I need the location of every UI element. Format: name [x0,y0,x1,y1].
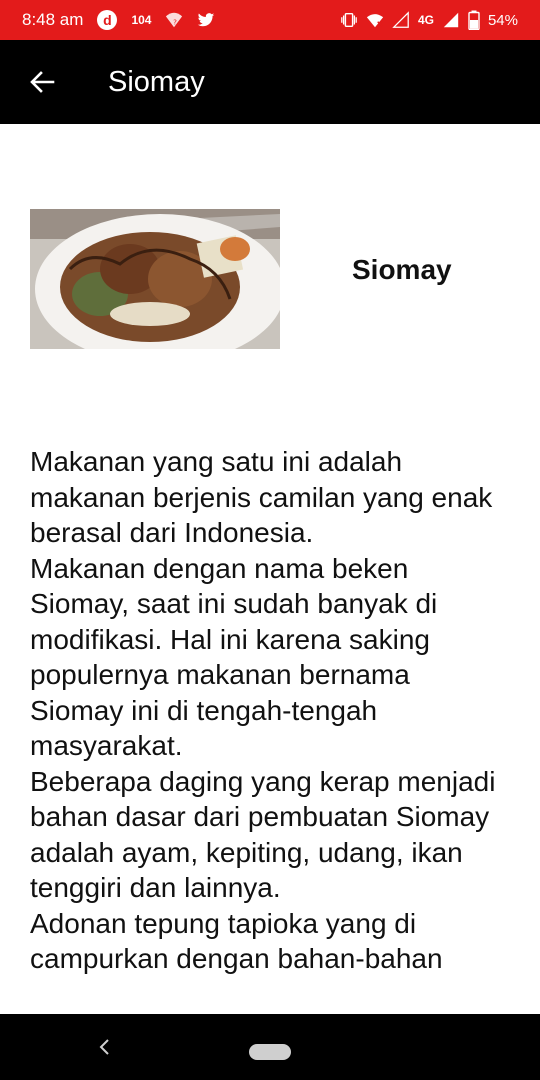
system-nav-bar [0,1014,540,1080]
detail-content[interactable]: Siomay Makanan yang satu ini adalah maka… [0,124,540,1014]
battery-icon [468,10,480,30]
arrow-back-icon [30,71,55,93]
vibrate-icon [341,12,357,28]
app-bar: Siomay [0,40,540,124]
dish-description: Makanan yang satu ini adalah makanan ber… [30,446,496,974]
chevron-left-icon [99,1039,109,1055]
wifi-off-icon [366,14,384,28]
network-type-label: 4G [417,13,434,27]
battery-percent: 54% [487,11,518,29]
nav-back-button[interactable] [92,1032,116,1062]
signal-empty-icon [392,11,409,28]
signal-full-icon [443,12,459,28]
page-title: Siomay [108,66,205,98]
nav-home-pill[interactable] [249,1044,291,1060]
twitter-icon [198,13,215,27]
dish-title: Siomay [352,254,452,285]
notification-count: 104 [131,13,152,27]
status-time: 8:48 am [22,10,84,29]
wifi-question-icon: ? [166,12,183,28]
siomay-photo [30,209,280,349]
svg-text:?: ? [174,18,178,27]
back-button[interactable] [22,60,62,104]
app-notification-icon: d [97,10,118,30]
status-bar: 8:48 am d 104 ? 4G 54% [0,0,540,40]
